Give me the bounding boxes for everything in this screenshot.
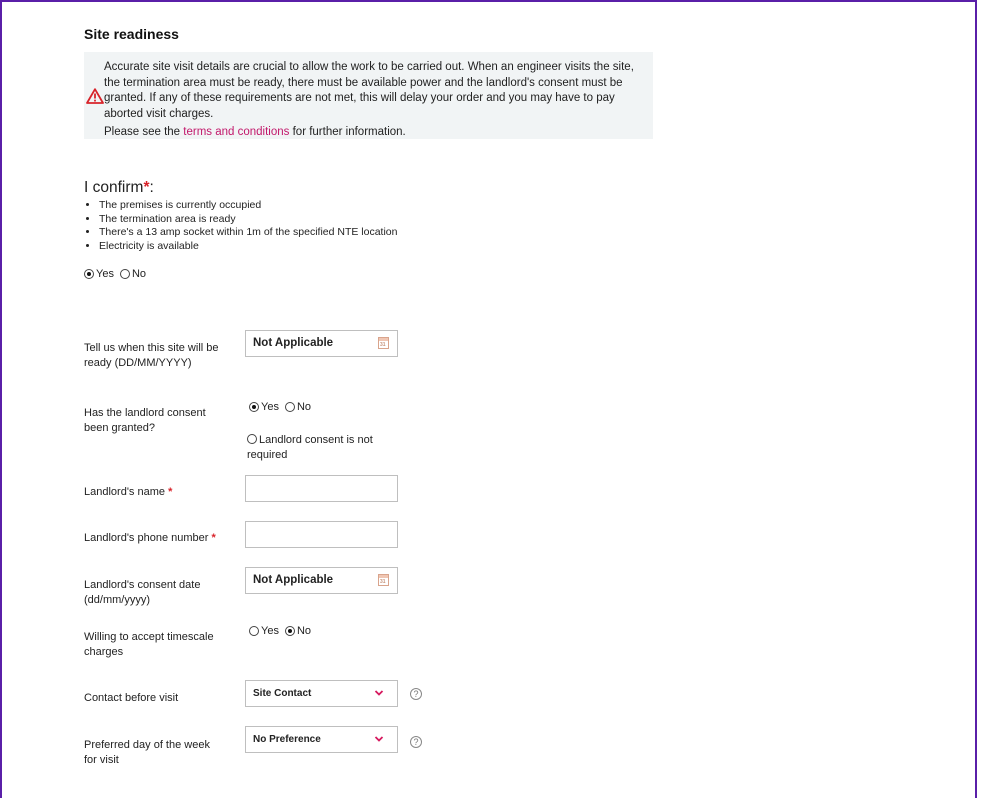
consent-date-value: Not Applicable <box>253 574 334 586</box>
landlord-consent-radio-group: Yes No <box>249 401 317 413</box>
site-ready-label: Tell us when this site will be ready (DD… <box>84 342 219 369</box>
contact-before-visit-value: Site Contact <box>253 688 312 699</box>
notice-see-terms: Please see the terms and conditions for … <box>104 125 406 141</box>
timescale-charges-no-label: No <box>296 625 312 637</box>
confirm-no-radio[interactable] <box>119 269 130 279</box>
contact-before-visit-select[interactable]: Site Contact <box>245 680 398 707</box>
preferred-day-value: No Preference <box>253 734 321 745</box>
required-mark: * <box>168 486 173 498</box>
landlord-phone-label-text: Landlord's phone number <box>84 532 209 544</box>
consent-date-input[interactable]: Not Applicable 31 <box>245 567 398 594</box>
list-item: The premises is currently occupied <box>99 199 397 213</box>
preferred-day-select[interactable]: No Preference <box>245 726 398 753</box>
site-ready-date-value: Not Applicable <box>253 337 334 349</box>
landlord-consent-no-label: No <box>296 401 312 413</box>
notice-text: Accurate site visit details are crucial … <box>104 61 634 120</box>
chevron-down-icon <box>374 736 384 742</box>
landlord-consent-yes-radio[interactable] <box>249 402 259 412</box>
confirm-list: The premises is currently occupied The t… <box>84 199 397 253</box>
list-item: The termination area is ready <box>99 213 397 227</box>
consent-date-label: Landlord's consent date (dd/mm/yyyy) <box>84 579 201 606</box>
chevron-down-icon <box>374 690 384 696</box>
timescale-charges-label: Willing to accept timescale charges <box>84 631 214 658</box>
timescale-charges-radio-group: Yes No <box>249 625 317 637</box>
landlord-consent-not-required-radio[interactable] <box>247 434 257 444</box>
landlord-phone-input[interactable] <box>245 521 398 548</box>
landlord-consent-not-required-option: Landlord consent is not required <box>247 433 387 463</box>
landlord-consent-no-radio[interactable] <box>284 402 295 412</box>
confirm-yes-radio[interactable] <box>84 269 94 279</box>
landlord-name-label-text: Landlord's name <box>84 486 165 498</box>
help-icon[interactable]: ? <box>410 688 422 700</box>
list-item: There's a 13 amp socket within 1m of the… <box>99 226 397 240</box>
preferred-day-label: Preferred day of the week for visit <box>84 739 210 766</box>
landlord-consent-not-required-label: Landlord consent is not required <box>247 434 373 461</box>
contact-before-visit-label: Contact before visit <box>84 692 179 704</box>
calendar-icon[interactable]: 31 <box>378 574 389 586</box>
timescale-charges-no-radio[interactable] <box>284 626 295 636</box>
landlord-consent-yes-label: Yes <box>261 401 279 413</box>
notice-see-prefix: Please see the <box>104 126 184 138</box>
timescale-charges-yes-radio[interactable] <box>249 626 259 636</box>
terms-and-conditions-link[interactable]: terms and conditions <box>183 126 289 138</box>
calendar-icon[interactable]: 31 <box>378 337 389 349</box>
warning-icon <box>86 88 104 104</box>
landlord-name-input[interactable] <box>245 475 398 502</box>
section-title: Site readiness <box>84 26 179 42</box>
landlord-name-label: Landlord's name * <box>84 485 234 500</box>
confirm-colon: : <box>149 179 154 196</box>
list-item: Electricity is available <box>99 240 397 254</box>
confirm-heading: I confirm*: <box>84 179 154 197</box>
landlord-phone-label: Landlord's phone number * <box>84 531 234 546</box>
site-readiness-notice: Accurate site visit details are crucial … <box>84 52 653 139</box>
confirm-radio-group: Yes No <box>84 268 152 280</box>
required-mark: * <box>211 532 216 544</box>
site-ready-date-input[interactable]: Not Applicable 31 <box>245 330 398 357</box>
confirm-heading-text: I confirm <box>84 179 144 196</box>
timescale-charges-yes-label: Yes <box>261 625 279 637</box>
landlord-consent-label: Has the landlord consent been granted? <box>84 407 206 434</box>
help-icon[interactable]: ? <box>410 736 422 748</box>
confirm-yes-label: Yes <box>96 268 114 280</box>
confirm-no-label: No <box>131 268 147 280</box>
notice-see-suffix: for further information. <box>289 126 406 138</box>
